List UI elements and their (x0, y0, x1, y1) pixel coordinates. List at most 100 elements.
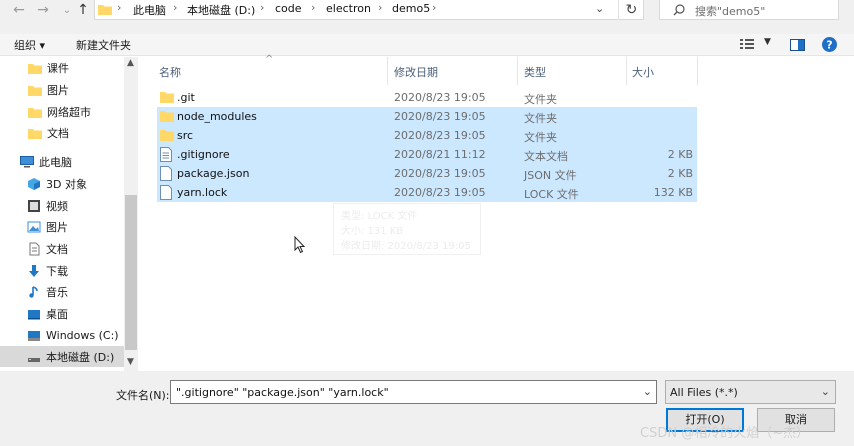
refresh-icon[interactable]: ↻ (618, 0, 644, 20)
file-name: node_modules (177, 110, 257, 123)
column-header-size[interactable]: 大小 (632, 64, 654, 80)
nav-item-pictures-quick[interactable]: 图片 (0, 79, 124, 100)
search-placeholder: 搜索"demo5" (695, 5, 766, 18)
filename-dropdown-icon[interactable]: ⌄ (643, 385, 652, 398)
file-date: 2020/8/23 19:05 (394, 110, 486, 123)
breadcrumb-code[interactable]: code (275, 2, 302, 15)
nav-item-this-pc[interactable]: 此电脑 (0, 151, 124, 172)
forward-arrow-icon[interactable]: → (32, 0, 54, 20)
watermark-text: CSDN @相冷的火焰（~杰） (640, 426, 810, 441)
desktop-icon (28, 309, 40, 319)
file-name: src (177, 129, 194, 142)
nav-item-pictures[interactable]: 图片 (0, 216, 124, 237)
nav-scrollbar-thumb[interactable] (125, 195, 137, 350)
filename-field[interactable]: ⌄ (170, 380, 657, 404)
nav-item-label: 此电脑 (39, 155, 72, 169)
nav-item-videos[interactable]: 视频 (0, 195, 124, 216)
folder-icon (28, 85, 42, 96)
file-type-filter[interactable]: All Files (*.*) ⌄ (665, 380, 836, 404)
breadcrumb-electron[interactable]: electron (326, 2, 371, 15)
breadcrumb-separator-icon: › (432, 1, 437, 14)
file-type: 文件夹 (524, 131, 557, 144)
mouse-cursor-icon (294, 236, 306, 254)
file-icon (160, 185, 172, 200)
file-row[interactable]: yarn.lock 2020/8/23 19:05 LOCK 文件 132 KB (157, 183, 697, 202)
nav-item-label: 图片 (47, 83, 69, 97)
nav-item-label: 3D 对象 (46, 177, 87, 191)
nav-item-label: 下载 (46, 264, 68, 278)
file-row[interactable]: node_modules 2020/8/23 19:05 文件夹 (157, 107, 697, 126)
picture-icon (27, 221, 41, 232)
preview-pane-icon[interactable] (790, 39, 805, 51)
column-header-type[interactable]: 类型 (524, 64, 546, 80)
nav-item-network-market[interactable]: 网络超市 (0, 101, 124, 122)
nav-item-label: 文档 (47, 126, 69, 140)
nav-item-desktop[interactable]: 桌面 (0, 303, 124, 324)
toolbar: 组织 ▾ 新建文件夹 ▼ ? (0, 34, 854, 56)
column-header-name[interactable]: 名称 (159, 64, 181, 80)
search-input[interactable]: 搜索"demo5" (659, 0, 839, 20)
download-icon (29, 264, 39, 277)
tooltip-size: 大小: 131 KB (341, 226, 404, 237)
nav-item-label: Windows (C:) (46, 329, 119, 342)
nav-item-label: 文档 (46, 242, 68, 256)
view-options-icon[interactable] (740, 39, 756, 50)
folder-icon (98, 5, 112, 15)
file-type: 文件夹 (524, 93, 557, 106)
folder-icon (160, 111, 174, 122)
search-icon (673, 4, 685, 16)
help-icon[interactable]: ? (822, 37, 837, 52)
nav-item-documents-quick[interactable]: 文档 (0, 122, 124, 143)
file-type: LOCK 文件 (524, 188, 579, 201)
breadcrumb-separator-icon: › (117, 1, 122, 14)
chevron-down-icon: ⌄ (820, 385, 830, 398)
file-row[interactable]: .git 2020/8/23 19:05 文件夹 (157, 88, 697, 107)
scroll-down-icon[interactable]: ▼ (127, 357, 134, 367)
view-dropdown-icon[interactable]: ▼ (764, 37, 771, 47)
tooltip-type: 类型: LOCK 文件 (341, 211, 418, 222)
breadcrumb-separator-icon: › (173, 1, 178, 14)
folder-icon (28, 63, 42, 74)
filename-label: 文件名(N): (116, 389, 170, 402)
folder-icon (28, 107, 42, 118)
file-row[interactable]: package.json 2020/8/23 19:05 JSON 文件 2 K… (157, 164, 697, 183)
nav-item-3d-objects[interactable]: 3D 对象 (0, 173, 124, 194)
column-divider[interactable] (626, 57, 627, 85)
folder-icon (160, 130, 174, 141)
breadcrumb-this-pc[interactable]: 此电脑 (133, 2, 166, 18)
file-list: ^ 名称 修改日期 类型 大小 .git 2020/8/23 19:05 文件夹… (140, 54, 854, 371)
nav-item-drive-c[interactable]: Windows (C:) (0, 325, 124, 346)
nav-item-kejian[interactable]: 课件 (0, 57, 124, 78)
breadcrumb-drive-d[interactable]: 本地磁盘 (D:) (187, 2, 255, 18)
new-folder-button[interactable]: 新建文件夹 (76, 37, 131, 53)
file-row[interactable]: src 2020/8/23 19:05 文件夹 (157, 126, 697, 145)
filename-input[interactable] (176, 382, 636, 402)
drive-icon (28, 330, 40, 341)
text-file-icon (160, 147, 172, 162)
folder-icon (160, 92, 174, 103)
address-dropdown-icon[interactable]: ⌄ (595, 2, 604, 15)
nav-item-drive-d[interactable]: 本地磁盘 (D:) (0, 346, 124, 367)
breadcrumb-demo5[interactable]: demo5 (392, 2, 430, 15)
nav-item-downloads[interactable]: 下载 (0, 260, 124, 281)
nav-item-label: 网络超市 (47, 105, 91, 119)
column-divider[interactable] (697, 57, 698, 85)
music-icon (29, 285, 38, 298)
column-divider[interactable] (387, 57, 388, 85)
scroll-up-icon[interactable]: ▲ (127, 58, 134, 68)
file-name: .gitignore (177, 148, 230, 161)
cube-icon (28, 177, 40, 190)
nav-item-label: 音乐 (46, 285, 68, 299)
column-header-date[interactable]: 修改日期 (394, 64, 438, 80)
up-arrow-icon[interactable]: ↑ (72, 0, 94, 20)
back-arrow-icon[interactable]: ← (8, 0, 30, 20)
tooltip-date: 修改日期: 2020/8/23 19:05 (341, 241, 471, 252)
breadcrumb[interactable]: › 此电脑 › 本地磁盘 (D:) › code › electron › de… (94, 0, 644, 20)
nav-item-documents[interactable]: 文档 (0, 238, 124, 259)
nav-item-music[interactable]: 音乐 (0, 281, 124, 302)
organize-menu-button[interactable]: 组织 ▾ (14, 37, 45, 53)
column-divider[interactable] (517, 57, 518, 85)
file-icon (160, 166, 172, 181)
file-row[interactable]: .gitignore 2020/8/21 11:12 文本文档 2 KB (157, 145, 697, 164)
folder-icon (28, 128, 42, 139)
